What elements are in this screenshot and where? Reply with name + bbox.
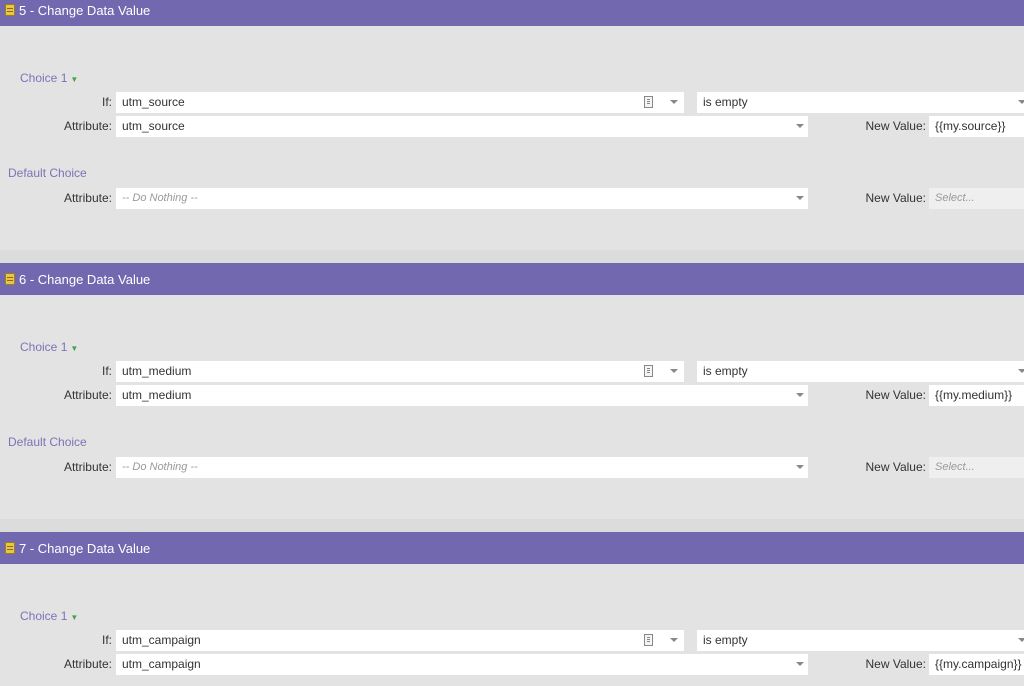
new-value-input[interactable]: {{my.medium}} (929, 385, 1024, 406)
step-title: 7 - Change Data Value (19, 540, 151, 556)
token-picker-icon[interactable] (644, 365, 653, 377)
flow-step-icon (5, 542, 15, 554)
if-field-input[interactable]: utm_campaign (116, 630, 684, 651)
chevron-down-icon[interactable] (796, 393, 804, 397)
default-new-value-label: New Value: (865, 191, 926, 205)
step-body: Choice 1 ▼ If: utm_source is empty Attrib… (0, 26, 1024, 250)
attribute-select[interactable]: utm_source (116, 116, 808, 137)
attribute-select[interactable]: utm_medium (116, 385, 808, 406)
attribute-label: Attribute: (63, 657, 112, 671)
step-title: 6 - Change Data Value (19, 271, 151, 287)
chevron-down-icon[interactable] (796, 662, 804, 666)
default-choice-label: Default Choice (8, 166, 87, 180)
step-header[interactable]: 7 - Change Data Value (0, 532, 1024, 564)
operator-select[interactable]: is empty (697, 361, 1024, 382)
triangle-down-icon: ▼ (70, 344, 79, 353)
if-label: If: (101, 364, 112, 378)
if-field-input[interactable]: utm_source (116, 92, 684, 113)
operator-select[interactable]: is empty (697, 630, 1024, 651)
default-new-value-label: New Value: (865, 460, 926, 474)
new-value-input[interactable]: {{my.source}} (929, 116, 1024, 137)
token-picker-icon[interactable] (644, 96, 653, 108)
new-value-label: New Value: (865, 657, 926, 671)
chevron-down-icon[interactable] (1018, 369, 1024, 373)
chevron-down-icon[interactable] (796, 124, 804, 128)
default-attribute-select[interactable]: -- Do Nothing -- (116, 188, 808, 209)
default-choice-label: Default Choice (8, 435, 87, 449)
chevron-down-icon[interactable] (796, 196, 804, 200)
default-attribute-label: Attribute: (63, 191, 112, 205)
attribute-label: Attribute: (63, 388, 112, 402)
default-new-value-select[interactable]: Select... (929, 188, 1024, 209)
new-value-label: New Value: (865, 388, 926, 402)
chevron-down-icon[interactable] (670, 369, 678, 373)
token-picker-icon[interactable] (644, 634, 653, 646)
flow-step-5: 5 - Change Data Value Choice 1 ▼ If: utm_… (0, 0, 1024, 256)
triangle-down-icon: ▼ (70, 613, 79, 622)
chevron-down-icon[interactable] (1018, 100, 1024, 104)
step-header[interactable]: 5 - Change Data Value (0, 0, 1024, 26)
flow-step-icon (5, 273, 15, 285)
flow-step-icon (5, 4, 15, 16)
attribute-select[interactable]: utm_campaign (116, 654, 808, 675)
flow-step-6: 6 - Change Data Value Choice 1 ▼ If: utm_… (0, 263, 1024, 525)
new-value-input[interactable]: {{my.campaign}} (929, 654, 1024, 675)
choice-1-toggle[interactable]: Choice 1 ▼ (20, 71, 78, 85)
choice-label: Choice 1 (20, 71, 68, 85)
step-header[interactable]: 6 - Change Data Value (0, 263, 1024, 295)
if-label: If: (101, 633, 112, 647)
triangle-down-icon: ▼ (70, 75, 79, 84)
default-attribute-label: Attribute: (63, 460, 112, 474)
if-label: If: (101, 95, 112, 109)
choice-label: Choice 1 (20, 340, 68, 354)
default-new-value-select[interactable]: Select... (929, 457, 1024, 478)
choice-1-toggle[interactable]: Choice 1 ▼ (20, 340, 78, 354)
chevron-down-icon[interactable] (796, 465, 804, 469)
operator-select[interactable]: is empty (697, 92, 1024, 113)
default-attribute-select[interactable]: -- Do Nothing -- (116, 457, 808, 478)
choice-label: Choice 1 (20, 609, 68, 623)
chevron-down-icon[interactable] (1018, 638, 1024, 642)
chevron-down-icon[interactable] (670, 100, 678, 104)
attribute-label: Attribute: (63, 119, 112, 133)
step-body: Choice 1 ▼ If: utm_campaign is empty Attr… (0, 564, 1024, 686)
chevron-down-icon[interactable] (670, 638, 678, 642)
choice-1-toggle[interactable]: Choice 1 ▼ (20, 609, 78, 623)
flow-step-7: 7 - Change Data Value Choice 1 ▼ If: utm_… (0, 532, 1024, 686)
step-body: Choice 1 ▼ If: utm_medium is empty Attrib… (0, 295, 1024, 519)
if-field-input[interactable]: utm_medium (116, 361, 684, 382)
step-title: 5 - Change Data Value (19, 2, 151, 18)
new-value-label: New Value: (865, 119, 926, 133)
